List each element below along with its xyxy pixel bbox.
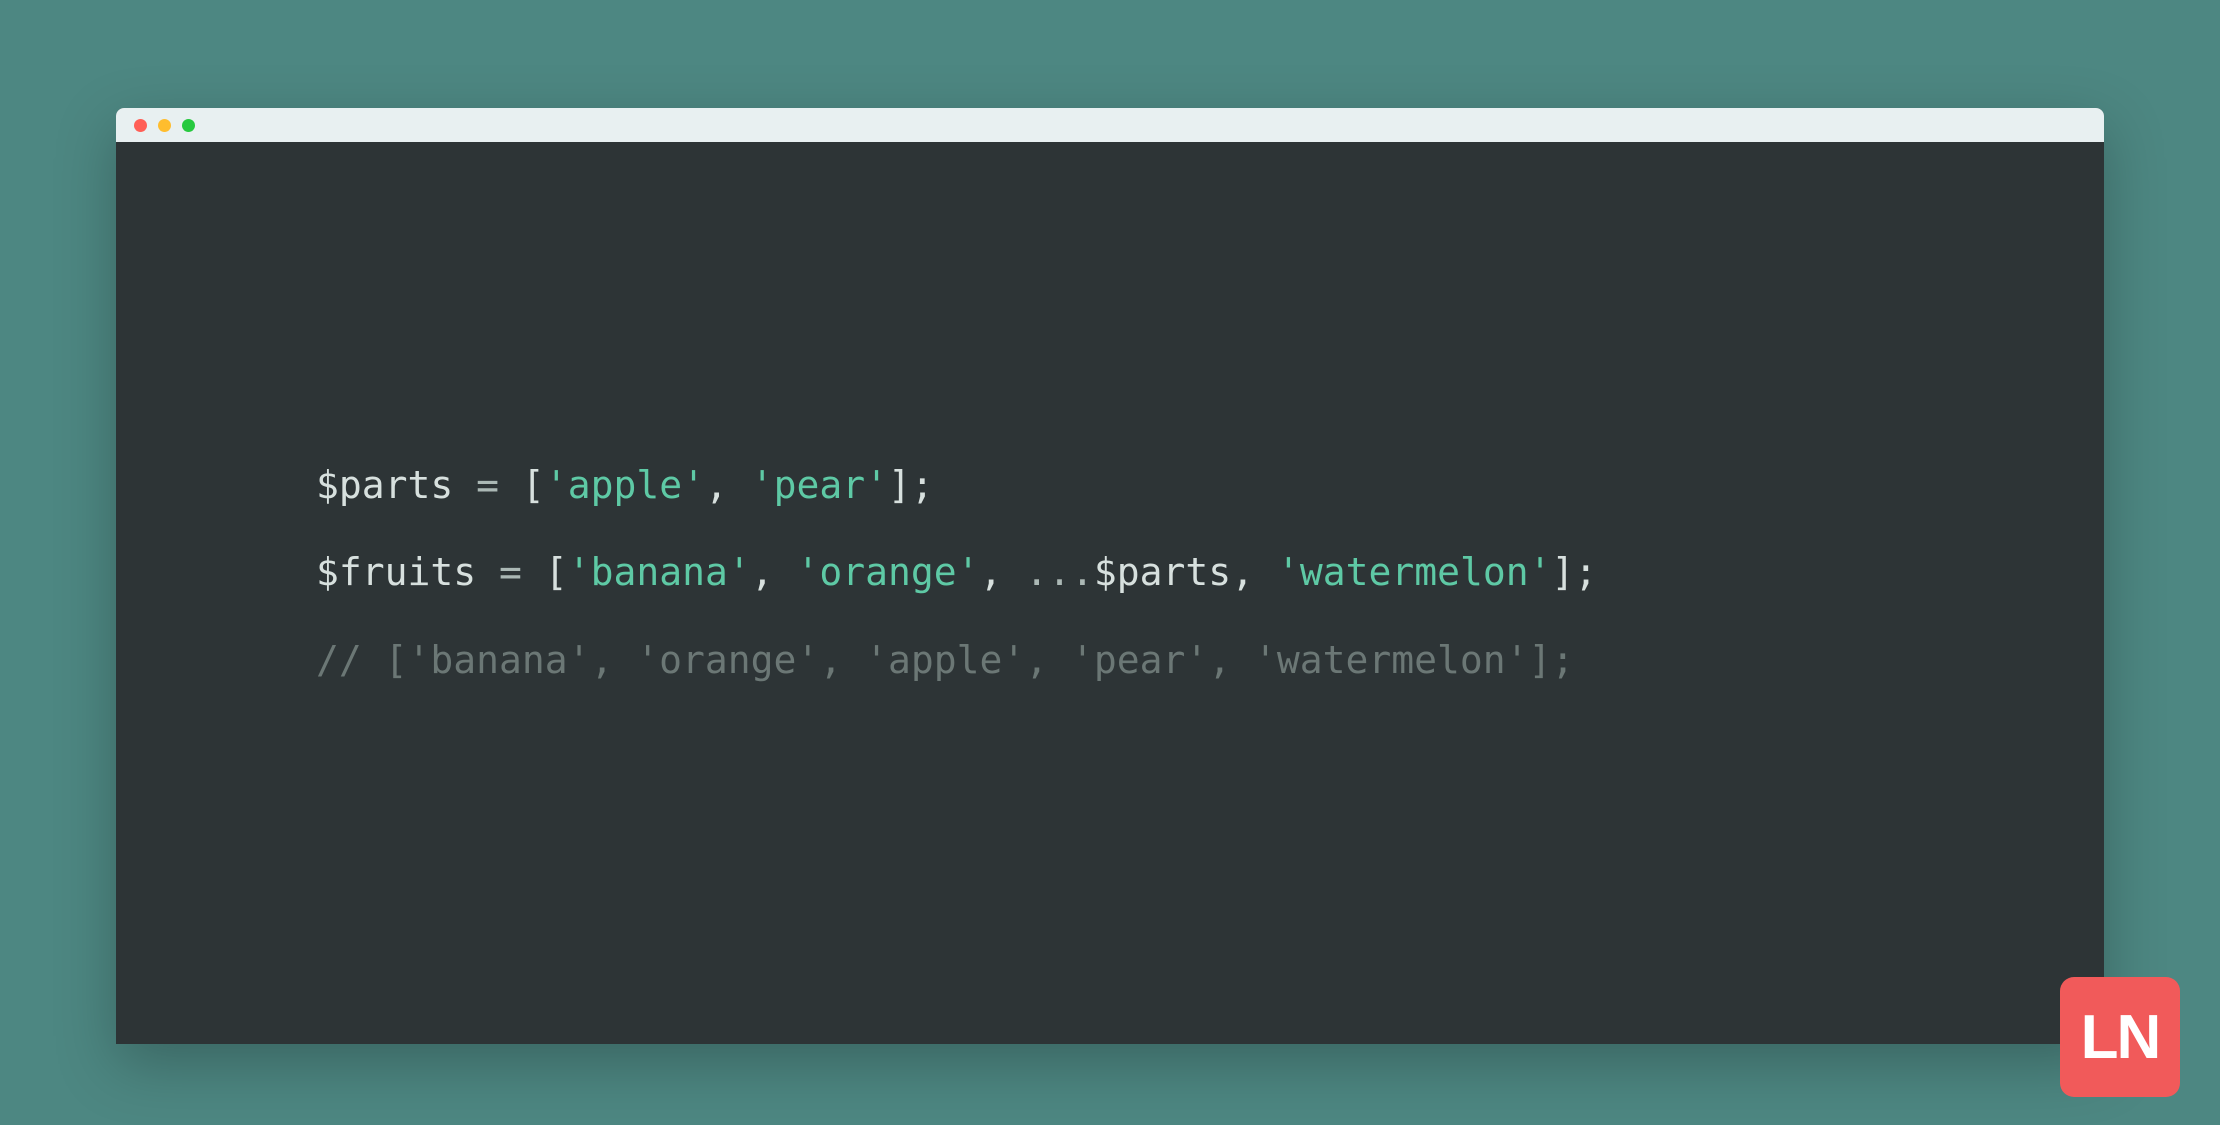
minimize-icon[interactable] — [158, 119, 171, 132]
bracket-open: [ — [499, 463, 545, 507]
maximize-icon[interactable] — [182, 119, 195, 132]
string-pear: 'pear' — [751, 463, 888, 507]
close-icon[interactable] — [134, 119, 147, 132]
bracket-close: ]; — [888, 463, 934, 507]
editor-window: $parts = ['apple', 'pear'];$fruits = ['b… — [116, 108, 2104, 1044]
equals-operator: = — [499, 550, 522, 594]
string-watermelon: 'watermelon' — [1277, 550, 1552, 594]
window-titlebar — [116, 108, 2104, 142]
bracket-close: ]; — [1552, 550, 1598, 594]
variable-parts-ref: $parts, — [1094, 550, 1277, 594]
logo-text: LN — [2081, 1002, 2160, 1073]
string-orange: 'orange' — [796, 550, 979, 594]
variable-fruits: $fruits — [316, 550, 499, 594]
logo-badge: LN — [2060, 977, 2180, 1097]
comma: , — [751, 550, 797, 594]
code-line-2: $fruits = ['banana', 'orange', ...$parts… — [316, 529, 1904, 616]
variable-parts: $parts — [316, 463, 476, 507]
comma: , — [705, 463, 751, 507]
string-apple: 'apple' — [545, 463, 705, 507]
string-banana: 'banana' — [568, 550, 751, 594]
code-editor: $parts = ['apple', 'pear'];$fruits = ['b… — [116, 142, 2104, 1044]
spread-operator: ... — [1025, 550, 1094, 594]
bracket-open: [ — [522, 550, 568, 594]
equals-operator: = — [476, 463, 499, 507]
comma: , — [980, 550, 1026, 594]
comment-result: // ['banana', 'orange', 'apple', 'pear',… — [316, 638, 1574, 682]
code-line-3: // ['banana', 'orange', 'apple', 'pear',… — [316, 617, 1904, 704]
code-line-1: $parts = ['apple', 'pear']; — [316, 442, 1904, 529]
